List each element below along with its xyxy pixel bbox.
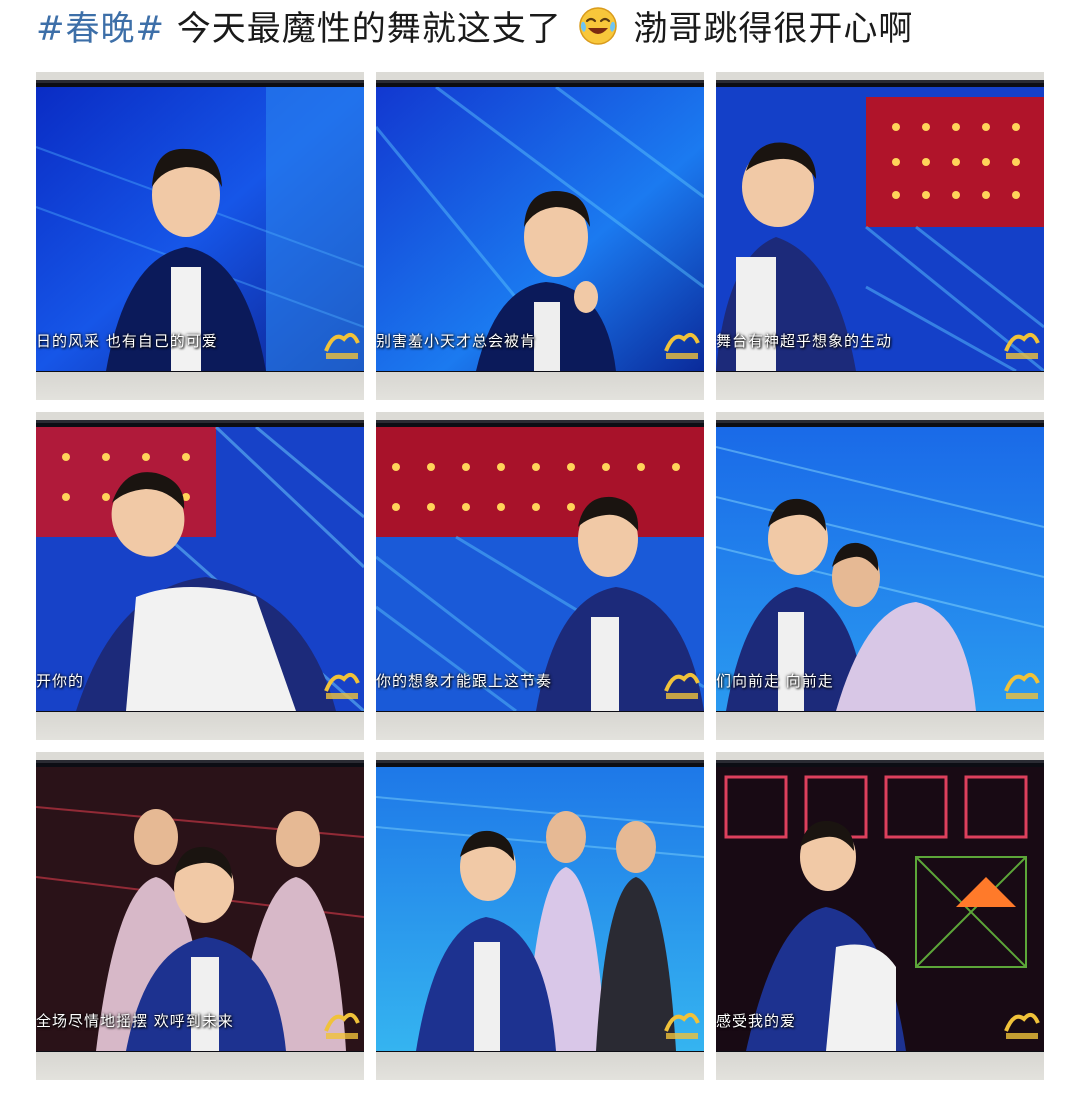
- tv-subtitle: 别害羞小天才总会被肯: [376, 332, 537, 350]
- post-caption: #春晚# 今天最魔性的舞就这支了 渤哥跳得很开心啊: [36, 6, 913, 50]
- broadcast-logo-icon: [664, 1012, 700, 1039]
- photo-thumbnail-2[interactable]: 别害羞小天才总会被肯: [376, 72, 704, 400]
- tv-screen: [716, 427, 1044, 711]
- broadcast-logo-icon: [324, 332, 360, 359]
- tv-screen: [36, 427, 364, 711]
- tv-subtitle: 感受我的爱: [716, 1012, 797, 1030]
- tv-frame: 别害羞小天才总会被肯: [376, 80, 704, 379]
- photo-thumbnail-5[interactable]: 你的想象才能跟上这节奏: [376, 412, 704, 740]
- tv-frame: 开你的: [36, 420, 364, 719]
- tv-frame: 感受我的爱: [716, 760, 1044, 1059]
- broadcast-logo-icon: [1004, 332, 1040, 359]
- tv-screen: [376, 427, 704, 711]
- tv-frame: 日的风采 也有自己的可爱: [36, 80, 364, 379]
- broadcast-logo-icon: [324, 672, 360, 699]
- broadcast-logo-icon: [664, 672, 700, 699]
- photo-thumbnail-7[interactable]: 全场尽情地摇摆 欢呼到未来: [36, 752, 364, 1080]
- caption-text-part2: 渤哥跳得很开心啊: [633, 9, 914, 49]
- tv-cabinet: [376, 372, 704, 400]
- tv-cabinet: [376, 712, 704, 740]
- tv-screen: [376, 87, 704, 371]
- tv-frame: [376, 760, 704, 1059]
- tv-subtitle: 们向前走 向前走: [716, 672, 834, 690]
- broadcast-logo-icon: [664, 332, 700, 359]
- tv-cabinet: [36, 372, 364, 400]
- laughing-crying-face-icon: [578, 6, 618, 46]
- photo-grid: 日的风采 也有自己的可爱 别害羞小天才总会被肯 舞台有神超乎想象的生动 开你的 …: [36, 72, 1044, 1080]
- tv-cabinet: [716, 372, 1044, 400]
- photo-thumbnail-8[interactable]: [376, 752, 704, 1080]
- photo-thumbnail-9[interactable]: 感受我的爱: [716, 752, 1044, 1080]
- tv-cabinet: [716, 712, 1044, 740]
- broadcast-logo-icon: [1004, 672, 1040, 699]
- tv-subtitle: 开你的: [36, 672, 85, 690]
- tv-cabinet: [716, 1052, 1044, 1080]
- broadcast-logo-icon: [324, 1012, 360, 1039]
- tv-screen: [36, 87, 364, 371]
- tv-frame: 舞台有神超乎想象的生动: [716, 80, 1044, 379]
- caption-text-part1: 今天最魔性的舞就这支了: [176, 9, 562, 49]
- tv-frame: 全场尽情地摇摆 欢呼到未来: [36, 760, 364, 1059]
- photo-thumbnail-4[interactable]: 开你的: [36, 412, 364, 740]
- tv-subtitle: 全场尽情地摇摆 欢呼到未来: [36, 1012, 234, 1030]
- tv-screen: [376, 767, 704, 1051]
- tv-screen: [716, 87, 1044, 371]
- tv-subtitle: 舞台有神超乎想象的生动: [716, 332, 893, 350]
- broadcast-logo-icon: [1004, 1012, 1040, 1039]
- photo-thumbnail-3[interactable]: 舞台有神超乎想象的生动: [716, 72, 1044, 400]
- tv-screen: [36, 767, 364, 1051]
- tv-frame: 们向前走 向前走: [716, 420, 1044, 719]
- tv-cabinet: [36, 1052, 364, 1080]
- photo-thumbnail-1[interactable]: 日的风采 也有自己的可爱: [36, 72, 364, 400]
- tv-frame: 你的想象才能跟上这节奏: [376, 420, 704, 719]
- hashtag-link[interactable]: #春晚#: [36, 9, 165, 49]
- tv-cabinet: [376, 1052, 704, 1080]
- tv-screen: [716, 767, 1044, 1051]
- tv-subtitle: 你的想象才能跟上这节奏: [376, 672, 553, 690]
- photo-thumbnail-6[interactable]: 们向前走 向前走: [716, 412, 1044, 740]
- tv-subtitle: 日的风采 也有自己的可爱: [36, 332, 218, 350]
- tv-cabinet: [36, 712, 364, 740]
